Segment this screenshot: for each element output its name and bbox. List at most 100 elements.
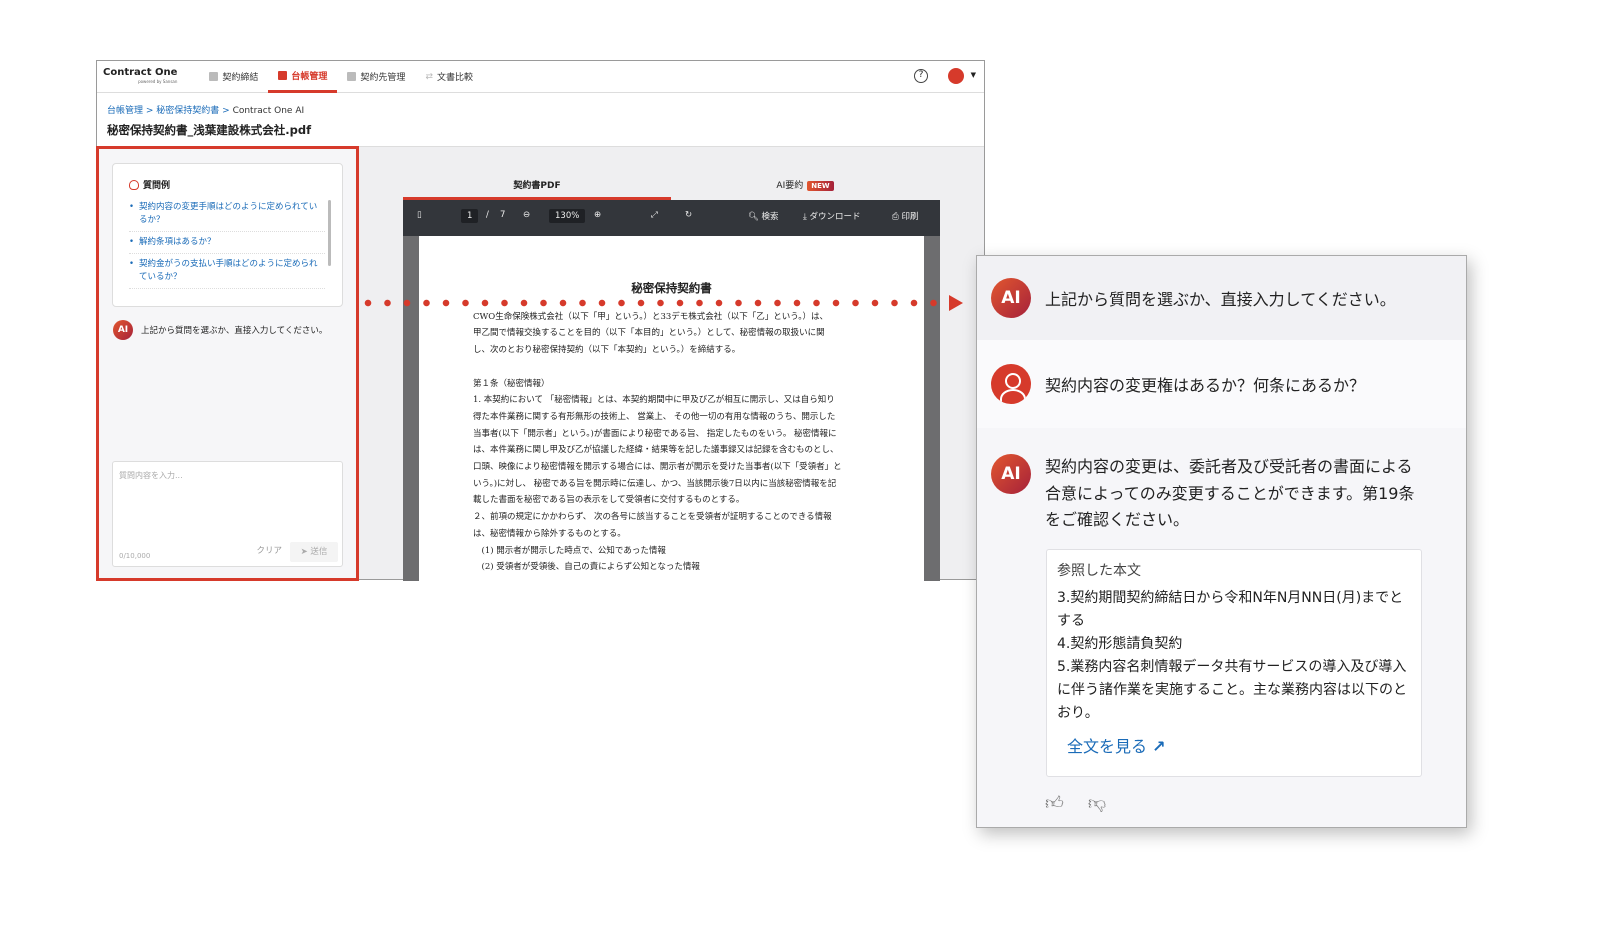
search-icon: 🔍︎ [748,212,759,222]
pdf-title: 秘密保持契約書 [631,281,712,295]
print-icon: ⎙ [892,212,899,222]
download-label: ダウンロード [809,212,861,222]
pdf-line: CWO生命保険株式会社（以下「甲」という。）と33デモ株式会社（以下「乙」という… [473,311,829,322]
nav-item-contract-signing[interactable]: 契約締結 [199,61,268,93]
chevron-down-icon[interactable]: ▼ [971,71,976,79]
building-icon [347,72,357,81]
pdf-line: 載した書面を秘密である旨の表示をして受領者に交付するものとする。 [473,495,745,506]
pdf-line: は、本件業務に関し甲及び乙が協議した経緯・結果等を記した議事録又は記録を含むもの… [473,445,839,456]
pdf-line: 甲乙間で情報交換することを目的（以下「本目的」という。）として、秘密情報の取扱い… [473,328,825,339]
print-label: 印刷 [901,212,919,222]
ai-avatar: AI [991,278,1031,318]
ai-chat-panel: 質問例 契約内容の変更手順はどのように定められているか？ 解約条項はあるか？ 契… [96,146,359,581]
pdf-body: CWO生命保険株式会社（以下「甲」という。）と33デモ株式会社（以下「乙」という… [473,309,924,576]
pdf-toolbar: ▯ 1 / 7 ⊖ 130% ⊕ ⤢ ↻ 🔍︎ 検索 ⤓ ダウンロード ⎙ 印刷 [403,200,940,236]
tab-ai-summary[interactable]: AI要約 NEW [671,178,939,191]
pdf-line: (2) 受領者が受領後、自己の責によらず公知となった情報 [473,562,700,573]
page-title: 秘密保持契約書_浅葉建設株式会社.pdf [107,123,312,137]
external-arrow-icon: ↗ [1152,737,1166,756]
char-counter: 0/10,000 [119,552,151,560]
zoom-in-icon[interactable]: ⊕ [594,210,601,220]
dotted-connector [364,299,940,307]
zoom-out-icon[interactable]: ⊖ [523,210,530,220]
nav-label: 文書比較 [436,73,473,83]
fullscreen-icon[interactable]: ⤢ [651,210,658,220]
breadcrumb: 台帳管理 > 秘密保持契約書 > Contract One AI [107,106,305,116]
pdf-line: 口頭、映像により秘密情報を開示する場合には、開示者が開示を受けた当事者(以下「受… [473,462,842,473]
nav-label: 契約締結 [222,73,259,83]
pdf-line: 第１条（秘密情報） [473,378,550,389]
logo[interactable]: Contract One powered by Sansan [103,67,178,86]
ledger-icon [278,70,288,80]
nav-item-compare[interactable]: ⇄ 文書比較 [415,61,483,93]
page-header [97,93,984,147]
tab-label: AI要約 [776,181,804,191]
swap-icon: ⇄ [425,71,433,82]
input-placeholder: 質問内容を入力... [119,471,183,480]
print-button[interactable]: ⎙ 印刷 [892,210,919,222]
ai-message-text: 上記から質問を選ぶか、直接入力してください。 [141,326,328,336]
pdf-line: ２、前項の規定にかかわらず、 次の各号に該当することを受領者が証明することのでき… [473,512,832,523]
example-question[interactable]: 契約金がうの支払い手順はどのように定められているか？ [129,254,325,289]
top-nav: Contract One powered by Sansan 契約締結 台帳管理 … [97,61,984,93]
thumbs-down-icon[interactable]: 👎︎ [1088,792,1106,814]
send-label: 送信 [310,547,328,557]
clear-button[interactable]: クリア [256,544,282,556]
upload-icon [209,72,219,81]
download-icon: ⤓ [803,212,807,222]
sidebar-toggle-icon[interactable]: ▯ [417,210,422,220]
pdf-line: 当事者(以下「開示者」という。)が書面により秘密である旨、 指定したものをいう。… [473,428,837,439]
pdf-page: 秘密保持契約書 CWO生命保険株式会社（以下「甲」という。）と33デモ株式会社（… [419,236,924,581]
reference-title: 参照した本文 [1057,563,1141,579]
ai-message: AI 上記から質問を選ぶか、直接入力してください。 [113,320,327,340]
ai-answer-text: 契約内容の変更は、委託者及び受託者の書面による合意によってのみ変更することができ… [1045,457,1415,529]
feedback: 👍︎ 👎︎ [1045,792,1106,814]
reference-line: 3.契約期間契約締結日から令和N年N月NN日(月)までとする [1057,590,1404,629]
ai-avatar: AI [991,454,1031,494]
breadcrumb-current: Contract One AI [232,106,305,116]
search-button[interactable]: 🔍︎ 検索 [748,210,779,222]
user-message-text: 契約内容の変更権はあるか？何条にあるか？ [1045,376,1366,395]
pdf-line [473,359,924,376]
send-button[interactable]: ➤ 送信 [290,542,338,562]
pdf-line: (1) 開示者が開示した時点で、公知であった情報 [473,545,666,556]
pdf-line: は、秘密情報から除外するものとする。 [473,528,626,539]
reference-line: 4.契約形態請負契約 [1057,636,1183,652]
thumbs-up-icon[interactable]: 👍︎ [1045,792,1064,814]
example-question[interactable]: 契約内容の変更手順はどのように定められているか？ [129,197,325,232]
pdf-line: 1. 本契約において 「秘密情報」とは、本契約期間中に甲及び乙が相互に開示し、又… [473,395,835,406]
ai-message: AI 上記から質問を選ぶか、直接入力してください。 [977,256,1466,340]
nav-item-counterparties[interactable]: 契約先管理 [337,61,415,93]
examples-title: 質問例 [143,181,171,191]
new-badge: NEW [807,181,834,191]
ai-avatar: AI [113,320,133,340]
page-total: 7 [500,210,506,220]
view-full-text-link[interactable]: 全文を見る ↗ [1067,735,1166,758]
page-separator: / [486,210,489,220]
download-button[interactable]: ⤓ ダウンロード [803,210,860,222]
zoom-level[interactable]: 130% [549,209,586,223]
send-icon: ➤ [300,547,308,557]
page-number-input[interactable]: 1 [461,209,479,223]
help-icon[interactable]: ? [914,69,928,83]
nav-item-ledger[interactable]: 台帳管理 [268,61,338,93]
question-input[interactable]: 質問内容を入力... 0/10,000 クリア ➤ 送信 [112,461,343,567]
user-avatar[interactable] [948,68,964,84]
tab-contract-pdf[interactable]: 契約書PDF [403,178,671,191]
ai-message-text: 上記から質問を選ぶか、直接入力してください。 [1045,290,1396,309]
nav-label: 台帳管理 [291,71,328,82]
tab-label: 契約書PDF [513,181,561,191]
scrollbar[interactable] [328,200,331,266]
user-message: 契約内容の変更権はあるか？何条にあるか？ [977,340,1466,428]
lightbulb-icon [129,179,139,190]
pdf-line: 得た本件業務に関する有形無形の技術上、 営業上、 その他一切の有用な情報のうち、… [473,411,836,422]
breadcrumb-nda[interactable]: 秘密保持契約書 [156,106,219,116]
example-question[interactable]: 解約条項はあるか？ [129,232,325,254]
breadcrumb-ledger[interactable]: 台帳管理 [107,106,143,116]
rotate-icon[interactable]: ↻ [685,210,692,220]
arrow-right-icon [949,295,963,311]
pdf-line: いう。)に対し、 秘密である旨を開示時に伝達し、かつ、当該開示後7日以内に当該秘… [473,478,837,489]
link-label: 全文を見る [1067,737,1148,756]
logo-sub: powered by Sansan [138,78,178,84]
nav-label: 契約先管理 [360,73,406,83]
